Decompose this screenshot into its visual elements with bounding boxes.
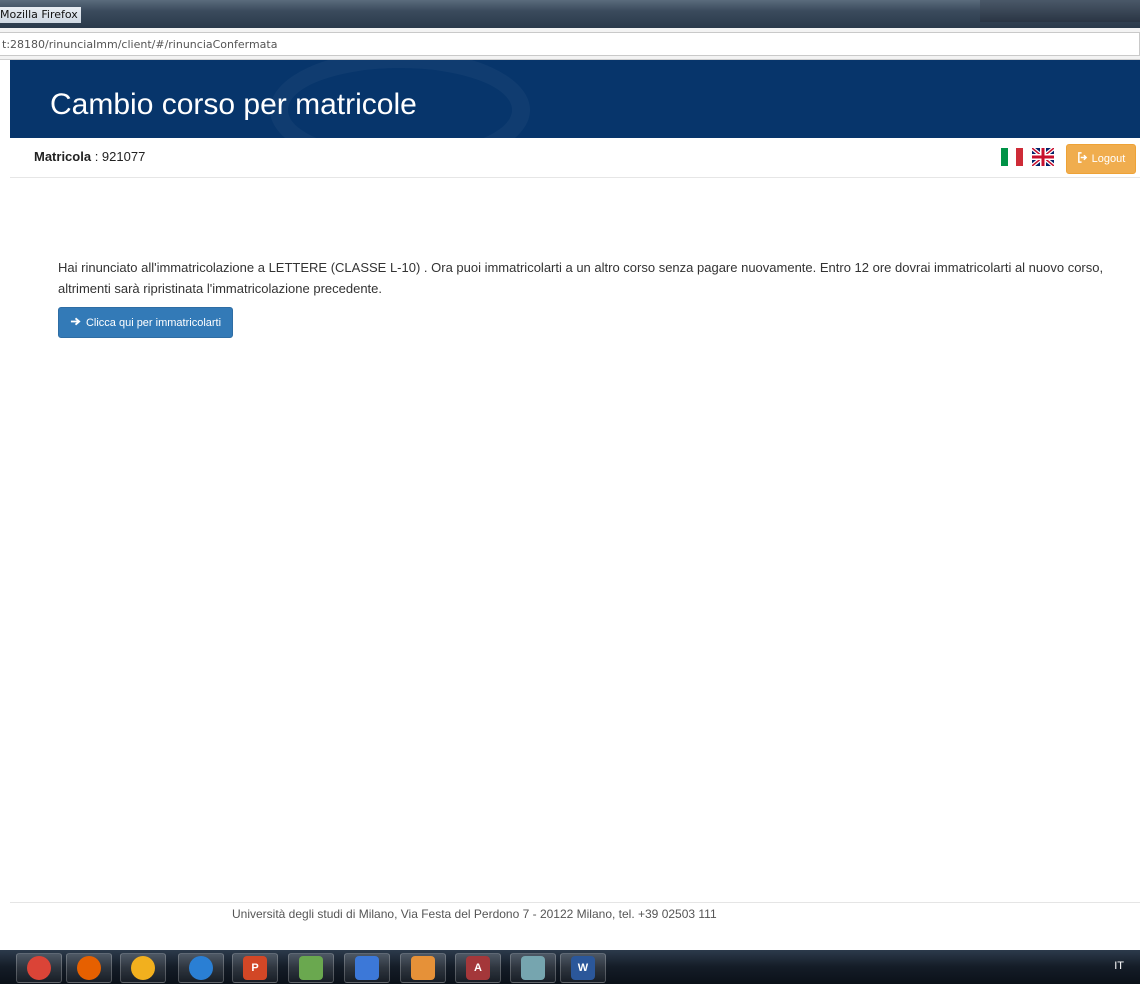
taskbar-item-powerpoint[interactable]: P [232,953,278,983]
footer-divider [10,902,1140,903]
user-info-bar: Matricola : 921077 Logout [10,138,1140,178]
taskbar-item-globe[interactable] [178,953,224,983]
matricola-separator: : [91,149,102,164]
access-icon: A [466,956,490,980]
taskbar-item-notes[interactable] [510,953,556,983]
window-controls[interactable] [980,0,1140,22]
matricola-value: 921077 [101,149,146,164]
chrome-icon [27,956,51,980]
window-titlebar: Mozilla Firefox [0,0,1140,28]
matricola-info: Matricola : 921077 [34,149,145,164]
footer-address: Università degli studi di Milano, Via Fe… [232,907,717,921]
thunderbird-icon [131,956,155,980]
language-indicator[interactable]: IT [1114,960,1124,972]
os-taskbar: IT P A W [0,950,1140,984]
confirmation-message: Hai rinunciato all'immatricolazione a LE… [58,260,1104,296]
word-icon: W [571,956,595,980]
matricola-label: Matricola [34,149,92,164]
taskbar-item-palette[interactable] [400,953,446,983]
taskbar-item-chrome[interactable] [16,953,62,983]
url-text: t:28180/rinunciaImm/client/#/rinunciaCon… [2,38,278,51]
palette-icon [411,956,435,980]
taskbar-item-paint[interactable] [288,953,334,983]
uk-flag-icon[interactable] [1030,146,1056,168]
network-icon [355,956,379,980]
page-title: Cambio corso per matricole [50,88,417,121]
enroll-button[interactable]: Clicca qui per immatricolarti [58,307,233,338]
logout-button[interactable]: Logout [1066,144,1136,174]
logout-icon [1077,152,1088,166]
taskbar-item-word[interactable]: W [560,953,606,983]
italian-flag-icon[interactable] [1001,148,1023,166]
page-header: Cambio corso per matricole [10,60,1140,138]
paint-icon [299,956,323,980]
browser-toolbar: t:28180/rinunciaImm/client/#/rinunciaCon… [0,28,1140,60]
logout-label: Logout [1091,153,1126,165]
firefox-icon [77,956,101,980]
taskbar-item-firefox[interactable] [66,953,112,983]
taskbar-item-access[interactable]: A [455,953,501,983]
taskbar-item-network[interactable] [344,953,390,983]
taskbar-item-thunderbird[interactable] [120,953,166,983]
globe-icon [189,956,213,980]
url-bar[interactable]: t:28180/rinunciaImm/client/#/rinunciaCon… [0,32,1140,56]
notes-icon [521,956,545,980]
powerpoint-icon: P [243,956,267,980]
window-title: Mozilla Firefox [0,7,81,23]
enroll-button-label: Clicca qui per immatricolarti [85,316,222,329]
arrow-right-icon [70,316,81,330]
